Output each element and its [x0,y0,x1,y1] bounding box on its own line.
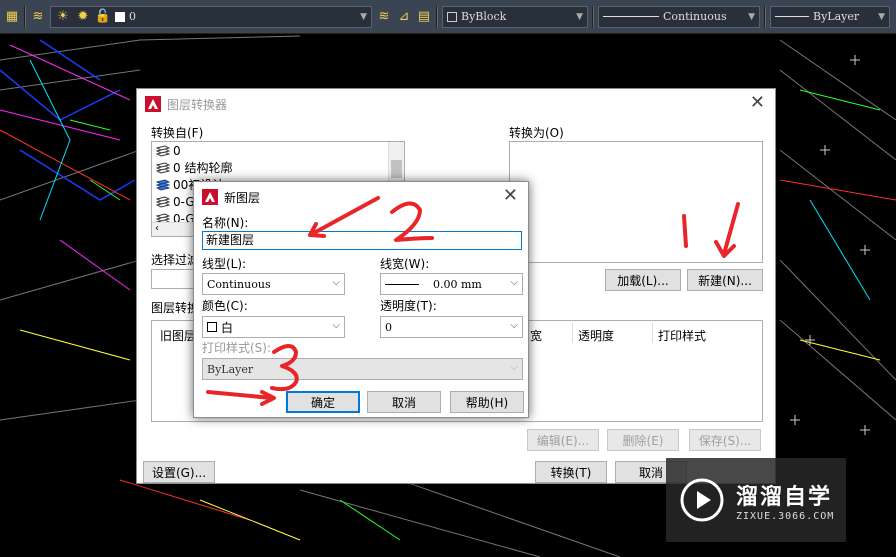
layer-icon [156,195,170,208]
toolbar-separator [764,5,766,28]
watermark: 溜溜自学 ZIXUE.3066.COM [666,458,846,542]
linetype-select[interactable]: Continuous ⌵ [202,273,345,295]
chevron-down-icon: ▼ [360,11,367,22]
lineweight-dropdown[interactable]: ByLayer ▼ [770,5,890,28]
color-value: 白 [221,320,234,335]
help-button[interactable]: 帮助(H) [450,391,524,413]
cancel-button[interactable]: 取消 [367,391,441,413]
lineweight-label: 线宽(W): [380,257,430,271]
plotstyle-header: 打印样式 [658,329,707,343]
watermark-text: 溜溜自学 [736,484,833,510]
lineweight-header: 宽 [530,329,543,343]
color-swatch [447,11,457,22]
list-item[interactable]: 0 结构轮廓 [152,159,404,176]
load-button[interactable]: 加载(L)... [605,269,681,291]
chevron-down-icon: ▼ [576,11,583,22]
linetype-dropdown[interactable]: Continuous ▼ [598,5,760,28]
edit-button[interactable]: 编辑(E)... [527,429,599,451]
chevron-down-icon: ⌵ [510,320,518,331]
linetype-preview [603,16,659,17]
chevron-down-icon: ⌵ [332,277,340,288]
close-icon[interactable]: ✕ [750,93,765,113]
dialog-title: 图层转换器 [167,97,228,112]
watermark-url: ZIXUE.3066.COM [736,510,835,522]
toolbar-separator [592,5,594,28]
transparency-header: 透明度 [578,329,615,343]
toolbar-separator [436,5,438,28]
sun-icon: ✹ [77,9,89,24]
lineweight-select[interactable]: 0.00 mm ⌵ [380,273,523,295]
layer-properties-icon[interactable]: ≋ [30,9,46,25]
old-layer-header: 旧图层 [160,329,197,343]
play-logo-icon [680,478,724,522]
color-dropdown[interactable]: ByBlock ▼ [442,5,588,28]
dialog-titlebar: 图层转换器 [137,89,775,119]
select-filter-label: 选择过滤 [151,253,200,267]
scrollbar-thumb[interactable] [391,160,402,178]
close-icon[interactable]: ✕ [503,186,518,206]
layer-icon [156,144,170,157]
plotstyle-select[interactable]: ByLayer ⌵ [202,358,523,380]
layer-name-input[interactable]: 新建图层 [202,231,522,250]
convert-to-list[interactable] [509,141,763,263]
chevron-down-icon: ⌵ [510,362,518,373]
match-layer-icon[interactable]: ⊿ [396,9,412,25]
color-select[interactable]: 白 ⌵ [202,316,345,338]
make-current-layer-icon[interactable]: ≋ [376,9,392,25]
lineweight-value: ByLayer [813,10,860,23]
plotstyle-label: 打印样式(S): [202,341,272,355]
chevron-down-icon: ⌵ [510,277,518,288]
transparency-value: 0 [385,320,392,334]
color-value: ByBlock [461,10,507,23]
transparency-select[interactable]: 0 ⌵ [380,316,523,338]
chevron-down-icon: ⌵ [332,320,340,331]
transparency-label: 透明度(T): [380,299,437,313]
layer-dropdown[interactable]: ☀ ✹ 🔓 0 ▼ [50,5,372,28]
toolbar-separator [24,5,26,28]
delete-button[interactable]: 删除(E) [607,429,679,451]
layer-state-icon[interactable]: ▦ [4,9,20,25]
linetype-value: Continuous [663,10,727,23]
dialog-title: 新图层 [224,190,261,205]
linetype-value: Continuous [207,277,271,291]
name-label: 名称(N): [202,216,249,230]
autocad-logo-icon [202,189,218,205]
save-button[interactable]: 保存(S)... [689,429,761,451]
column-divider [572,323,573,343]
ok-button[interactable]: 确定 [286,391,360,413]
settings-button[interactable]: 设置(G)... [143,461,215,483]
list-item[interactable]: 0 [152,142,404,159]
chevron-down-icon: ▼ [748,11,755,22]
chevron-down-icon: ▼ [878,11,885,22]
dialog-titlebar: 新图层 [194,182,528,212]
color-label: 颜色(C): [202,299,248,313]
layer-name: 0 结构轮廓 [173,161,233,175]
layer-icon [156,178,170,191]
color-swatch [207,322,217,332]
lightbulb-icon: ☀ [57,9,69,24]
translate-button[interactable]: 转换(T) [535,461,607,483]
autocad-logo-icon [145,96,161,112]
lock-icon: 🔓 [94,9,112,24]
lineweight-value: 0.00 mm [433,277,482,291]
properties-toolbar: ▦ ≋ ☀ ✹ 🔓 0 ▼ ≋ ⊿ ▤ ByBlock ▼ Continuous… [0,0,896,34]
column-divider [652,323,653,343]
lineweight-preview [775,16,809,17]
lineweight-preview [385,283,419,285]
plotstyle-value: ByLayer [207,362,254,376]
layer-name: 0 [173,143,181,158]
new-layer-dialog: 新图层 ✕ 名称(N): 新建图层 线型(L): Continuous ⌵ 线宽… [193,181,529,418]
layer-mapping-label: 图层转换 [151,301,200,315]
new-button[interactable]: 新建(N)... [687,269,763,291]
screen: ▦ ≋ ☀ ✹ 🔓 0 ▼ ≋ ⊿ ▤ ByBlock ▼ Continuous… [0,0,896,557]
layer-icon [156,161,170,174]
current-layer-name: 0 [129,10,136,23]
convert-from-label: 转换自(F) [151,126,204,140]
layer-color-swatch [115,11,125,22]
previous-layer-icon[interactable]: ▤ [416,9,432,25]
convert-to-label: 转换为(O) [509,126,564,140]
linetype-label: 线型(L): [202,257,247,271]
